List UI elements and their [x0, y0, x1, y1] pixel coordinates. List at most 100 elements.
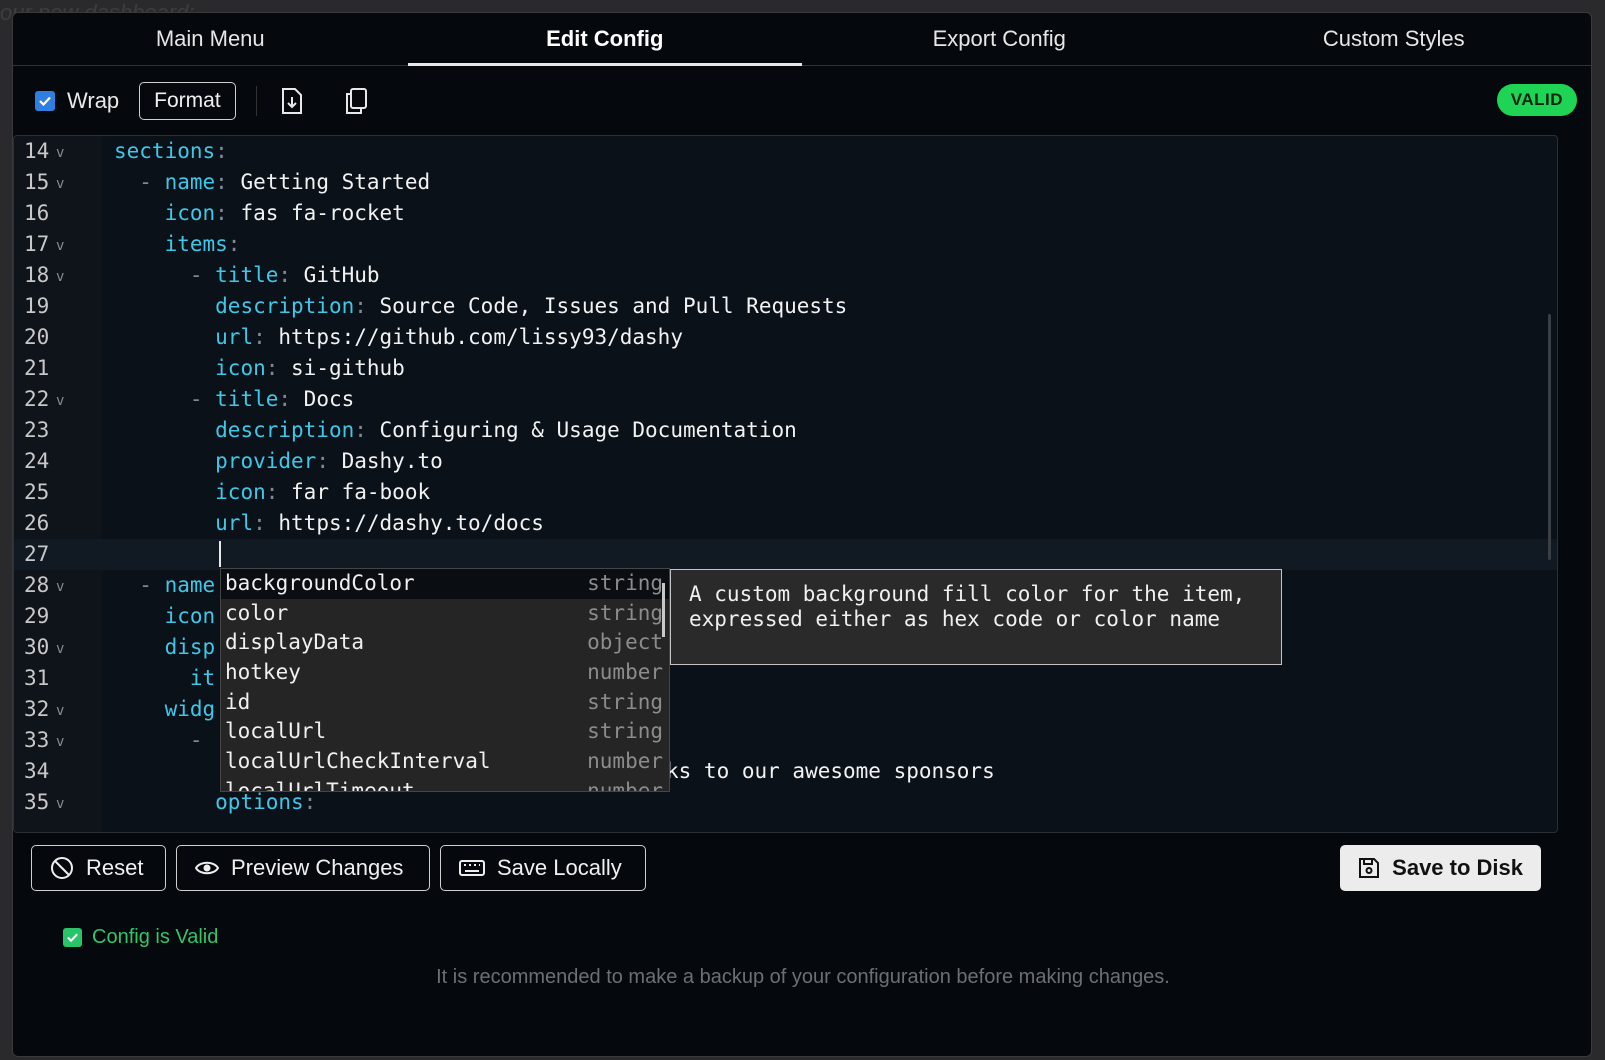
code-line: 15 v - name: Getting Started: [14, 167, 1557, 198]
eye-icon: [195, 859, 219, 877]
code-line: 25 icon: far fa-book: [14, 477, 1557, 508]
fold-chevron-icon[interactable]: v: [56, 696, 64, 727]
text-cursor: [219, 541, 221, 567]
reset-label: Reset: [86, 855, 144, 880]
backup-recommendation-note: It is recommended to make a backup of yo…: [436, 966, 1170, 988]
wrap-checkbox[interactable]: [35, 91, 55, 111]
line-number: 16: [24, 201, 50, 225]
preview-label: Preview Changes: [231, 855, 404, 880]
code-text: disp: [164, 635, 216, 659]
code-text: - title: Docs: [189, 387, 355, 411]
config-editor-modal: Main Menu Edit Config Export Config Cust…: [12, 12, 1592, 1057]
code-line: 18 v - title: GitHub: [14, 260, 1557, 291]
copy-icon[interactable]: [343, 86, 369, 116]
code-text: widg: [164, 697, 216, 721]
fold-chevron-icon[interactable]: v: [56, 386, 64, 417]
save-to-disk-button[interactable]: Save to Disk: [1340, 845, 1541, 891]
code-line: 17 v items:: [14, 229, 1557, 260]
autocomplete-scrollbar[interactable]: [662, 583, 665, 637]
tab-custom-styles[interactable]: Custom Styles: [1197, 13, 1592, 65]
code-text: provider: Dashy.to: [215, 449, 443, 473]
line-number: 26: [24, 511, 50, 535]
code-text: description: Source Code, Issues and Pul…: [215, 294, 848, 318]
action-bar: Reset Preview Changes Save Locally Save …: [31, 845, 1541, 895]
code-text: url: https://dashy.to/docs: [215, 511, 544, 535]
fold-chevron-icon[interactable]: v: [56, 262, 64, 293]
tab-export-config[interactable]: Export Config: [802, 13, 1197, 65]
yaml-code-editor[interactable]: 14 v sections: 15 v - name: Getting Starte…: [13, 135, 1558, 833]
line-number: 20: [24, 325, 50, 349]
download-icon[interactable]: [279, 86, 305, 116]
code-text: icon: fas fa-rocket: [164, 201, 405, 225]
line-number: 23: [24, 418, 50, 442]
code-line: 24 provider: Dashy.to: [14, 446, 1557, 477]
code-text: description: Configuring & Usage Documen…: [215, 418, 797, 442]
fold-chevron-icon[interactable]: v: [56, 572, 64, 603]
autocomplete-item[interactable]: hotkey number: [221, 658, 669, 688]
autocomplete-doc-popup: A custom background fill color for the i…: [670, 569, 1282, 665]
line-number: 31: [24, 666, 50, 690]
line-number: 34: [24, 759, 50, 783]
autocomplete-item[interactable]: id string: [221, 688, 669, 718]
autocomplete-item[interactable]: localUrlCheckInterval number: [221, 747, 669, 777]
preview-changes-button[interactable]: Preview Changes: [176, 845, 430, 891]
line-number: 29: [24, 604, 50, 628]
autocomplete-item[interactable]: backgroundColor string: [221, 569, 669, 599]
code-text: - name: Getting Started: [139, 170, 431, 194]
line-number: 24: [24, 449, 50, 473]
line-number: 25: [24, 480, 50, 504]
fold-chevron-icon[interactable]: v: [56, 634, 64, 665]
line-number: 19: [24, 294, 50, 318]
code-line: 23 description: Configuring & Usage Docu…: [14, 415, 1557, 446]
save-locally-button[interactable]: Save Locally: [440, 845, 646, 891]
code-text: icon: [164, 604, 216, 628]
format-button[interactable]: Format: [139, 82, 236, 120]
tab-bar: Main Menu Edit Config Export Config Cust…: [13, 13, 1591, 66]
code-line: 22 v - title: Docs: [14, 384, 1557, 415]
floppy-disk-icon: [1358, 857, 1380, 879]
code-line: 19 description: Source Code, Issues and …: [14, 291, 1557, 322]
code-text: items:: [164, 232, 241, 256]
fold-chevron-icon[interactable]: v: [56, 231, 64, 262]
check-icon: [39, 96, 51, 107]
code-text: url: https://github.com/lissy93/dashy: [215, 325, 683, 349]
block-icon: [50, 856, 74, 880]
editor-toolbar: Wrap Format VALID: [13, 66, 1591, 136]
line-number: 27: [24, 542, 50, 566]
reset-button[interactable]: Reset: [31, 845, 166, 891]
fold-chevron-icon[interactable]: v: [56, 169, 64, 200]
config-status: Config is Valid: [63, 926, 218, 949]
fold-chevron-icon[interactable]: v: [56, 138, 64, 169]
keyboard-icon: [459, 860, 485, 876]
config-valid-text: Config is Valid: [92, 926, 219, 948]
code-text: - name: [139, 573, 216, 597]
autocomplete-item[interactable]: displayData object: [221, 628, 669, 658]
code-line: 20 url: https://github.com/lissy93/dashy: [14, 322, 1557, 353]
toolbar-divider: [255, 86, 257, 116]
wrap-label: Wrap: [67, 88, 120, 113]
save-to-disk-label: Save to Disk: [1392, 855, 1523, 880]
line-number: 21: [24, 356, 50, 380]
code-text: ks to our awesome sponsors: [666, 759, 995, 783]
code-text: icon: far fa-book: [215, 480, 431, 504]
valid-badge: VALID: [1496, 84, 1577, 116]
editor-scrollbar[interactable]: [1548, 314, 1551, 560]
code-text: - title: GitHub: [189, 263, 380, 287]
autocomplete-item[interactable]: color string: [221, 599, 669, 629]
autocomplete-list: backgroundColor string color string displa…: [220, 568, 670, 792]
tab-edit-config[interactable]: Edit Config: [407, 13, 803, 66]
code-text: it: [189, 666, 216, 690]
code-text: -: [189, 728, 203, 752]
code-text: sections:: [114, 139, 228, 163]
fold-chevron-icon[interactable]: v: [56, 789, 64, 820]
code-line: 14 v sections:: [14, 136, 1557, 167]
fold-chevron-icon[interactable]: v: [56, 727, 64, 758]
checkbox-checked-icon: [63, 928, 82, 947]
autocomplete-item[interactable]: localUrl string: [221, 717, 669, 747]
tab-main-menu[interactable]: Main Menu: [13, 13, 408, 65]
save-locally-label: Save Locally: [497, 855, 622, 880]
autocomplete-item[interactable]: localUrlTimeout number: [221, 777, 669, 791]
code-line: 26 url: https://dashy.to/docs: [14, 508, 1557, 539]
code-text: icon: si-github: [215, 356, 405, 380]
code-line: 21 icon: si-github: [14, 353, 1557, 384]
